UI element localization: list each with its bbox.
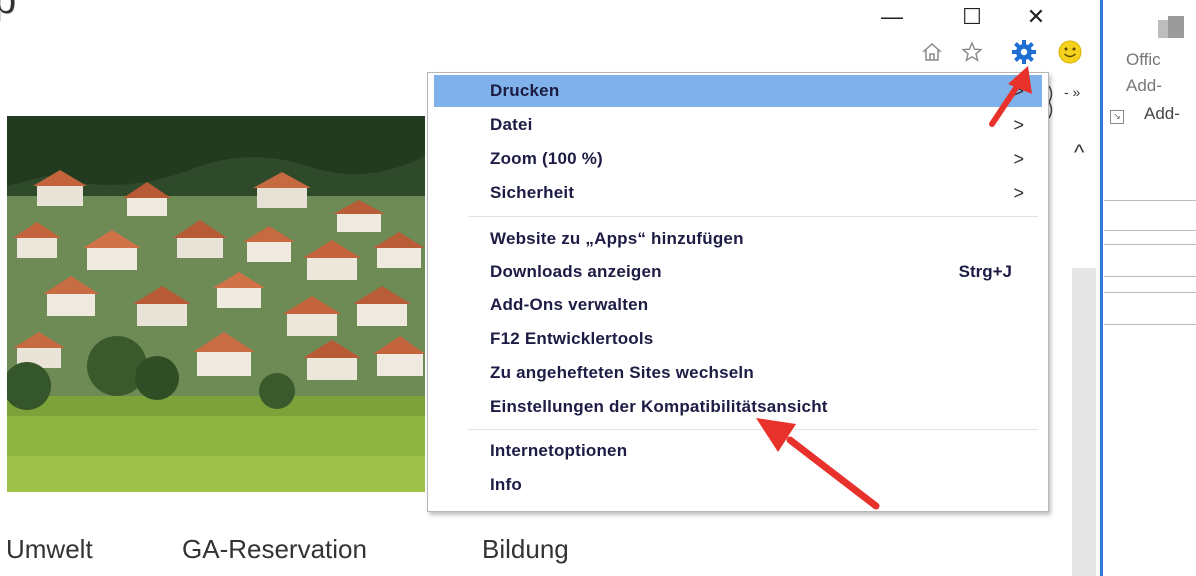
menu-item-label: Downloads anzeigen — [490, 262, 662, 281]
tools-menu: Drucken > Datei > Zoom (100 %) > Sicherh… — [427, 72, 1049, 512]
menu-item-label: Add-Ons verwalten — [490, 295, 649, 314]
menu-separator — [468, 429, 1038, 430]
menu-item-label: Internetoptionen — [490, 441, 628, 460]
menu-item-addons[interactable]: Add-Ons verwalten — [434, 289, 1042, 321]
close-button[interactable]: ✕ — [1016, 4, 1056, 30]
panel-line — [1104, 230, 1196, 231]
minimize-button[interactable]: — — [872, 4, 912, 30]
village-photo — [7, 116, 425, 492]
nav-item-ga-reservation[interactable]: GA-Reservation — [182, 534, 367, 565]
page-heading-fragment: p — [0, 0, 19, 22]
menu-item-label: Zoom (100 %) — [490, 149, 603, 168]
menu-item-zoom[interactable]: Zoom (100 %) > — [434, 143, 1042, 175]
menu-item-label: Zu angehefteten Sites wechseln — [490, 363, 754, 382]
menu-shortcut: Strg+J — [958, 262, 1012, 281]
menu-item-datei[interactable]: Datei > — [434, 109, 1042, 141]
menu-item-compat-view[interactable]: Einstellungen der Kompatibilitätsansicht — [434, 391, 1042, 423]
home-icon[interactable] — [918, 38, 946, 66]
menu-item-label: Datei — [490, 115, 533, 134]
menu-item-info[interactable]: Info — [434, 469, 1042, 501]
menu-item-pinned-sites[interactable]: Zu angehefteten Sites wechseln — [434, 357, 1042, 389]
submenu-chevron-icon: > — [1013, 80, 1024, 101]
office-addins-icon[interactable] — [1154, 14, 1188, 40]
submenu-chevron-icon: > — [1013, 182, 1024, 203]
menu-separator — [468, 216, 1038, 217]
panel-line — [1104, 292, 1196, 293]
office-addins-sublabel[interactable]: Add- — [1126, 76, 1162, 96]
panel-line — [1104, 200, 1196, 201]
menu-item-label: Website zu „Apps“ hinzufügen — [490, 229, 744, 248]
menu-item-label: Einstellungen der Kompatibilitätsansicht — [490, 397, 828, 416]
addins-group-label: Add- — [1144, 104, 1180, 123]
menu-item-label: Drucken — [490, 81, 560, 100]
maximize-button[interactable]: ☐ — [952, 4, 992, 30]
overflow-chevron-icon[interactable]: - » — [1064, 84, 1080, 100]
panel-line — [1104, 324, 1196, 325]
submenu-chevron-icon: > — [1013, 148, 1024, 169]
menu-item-label: F12 Entwicklertools — [490, 329, 654, 348]
menu-item-internet-options[interactable]: Internetoptionen — [434, 435, 1042, 467]
menu-item-downloads[interactable]: Downloads anzeigen Strg+J — [434, 256, 1042, 288]
dialog-launcher-icon[interactable]: ↘ — [1110, 110, 1124, 124]
menu-item-drucken[interactable]: Drucken > — [434, 75, 1042, 107]
gear-icon[interactable] — [1010, 38, 1038, 66]
menu-item-add-to-apps[interactable]: Website zu „Apps“ hinzufügen — [434, 223, 1042, 255]
nav-item-bildung[interactable]: Bildung — [482, 534, 569, 565]
menu-item-sicherheit[interactable]: Sicherheit > — [434, 177, 1042, 209]
panel-divider — [1100, 0, 1103, 576]
panel-line — [1104, 244, 1196, 245]
panel-line — [1104, 276, 1196, 277]
menu-item-devtools[interactable]: F12 Entwicklertools — [434, 323, 1042, 355]
submenu-chevron-icon: > — [1013, 114, 1024, 135]
menu-item-label: Info — [490, 475, 522, 494]
star-icon[interactable] — [958, 38, 986, 66]
menu-item-label: Sicherheit — [490, 183, 575, 202]
collapse-caret-icon[interactable]: ^ — [1074, 140, 1084, 166]
scrollbar[interactable] — [1072, 268, 1096, 576]
smiley-icon[interactable] — [1056, 38, 1084, 66]
office-addins-label[interactable]: Offic — [1126, 50, 1161, 70]
nav-item-umwelt[interactable]: Umwelt — [6, 534, 93, 565]
